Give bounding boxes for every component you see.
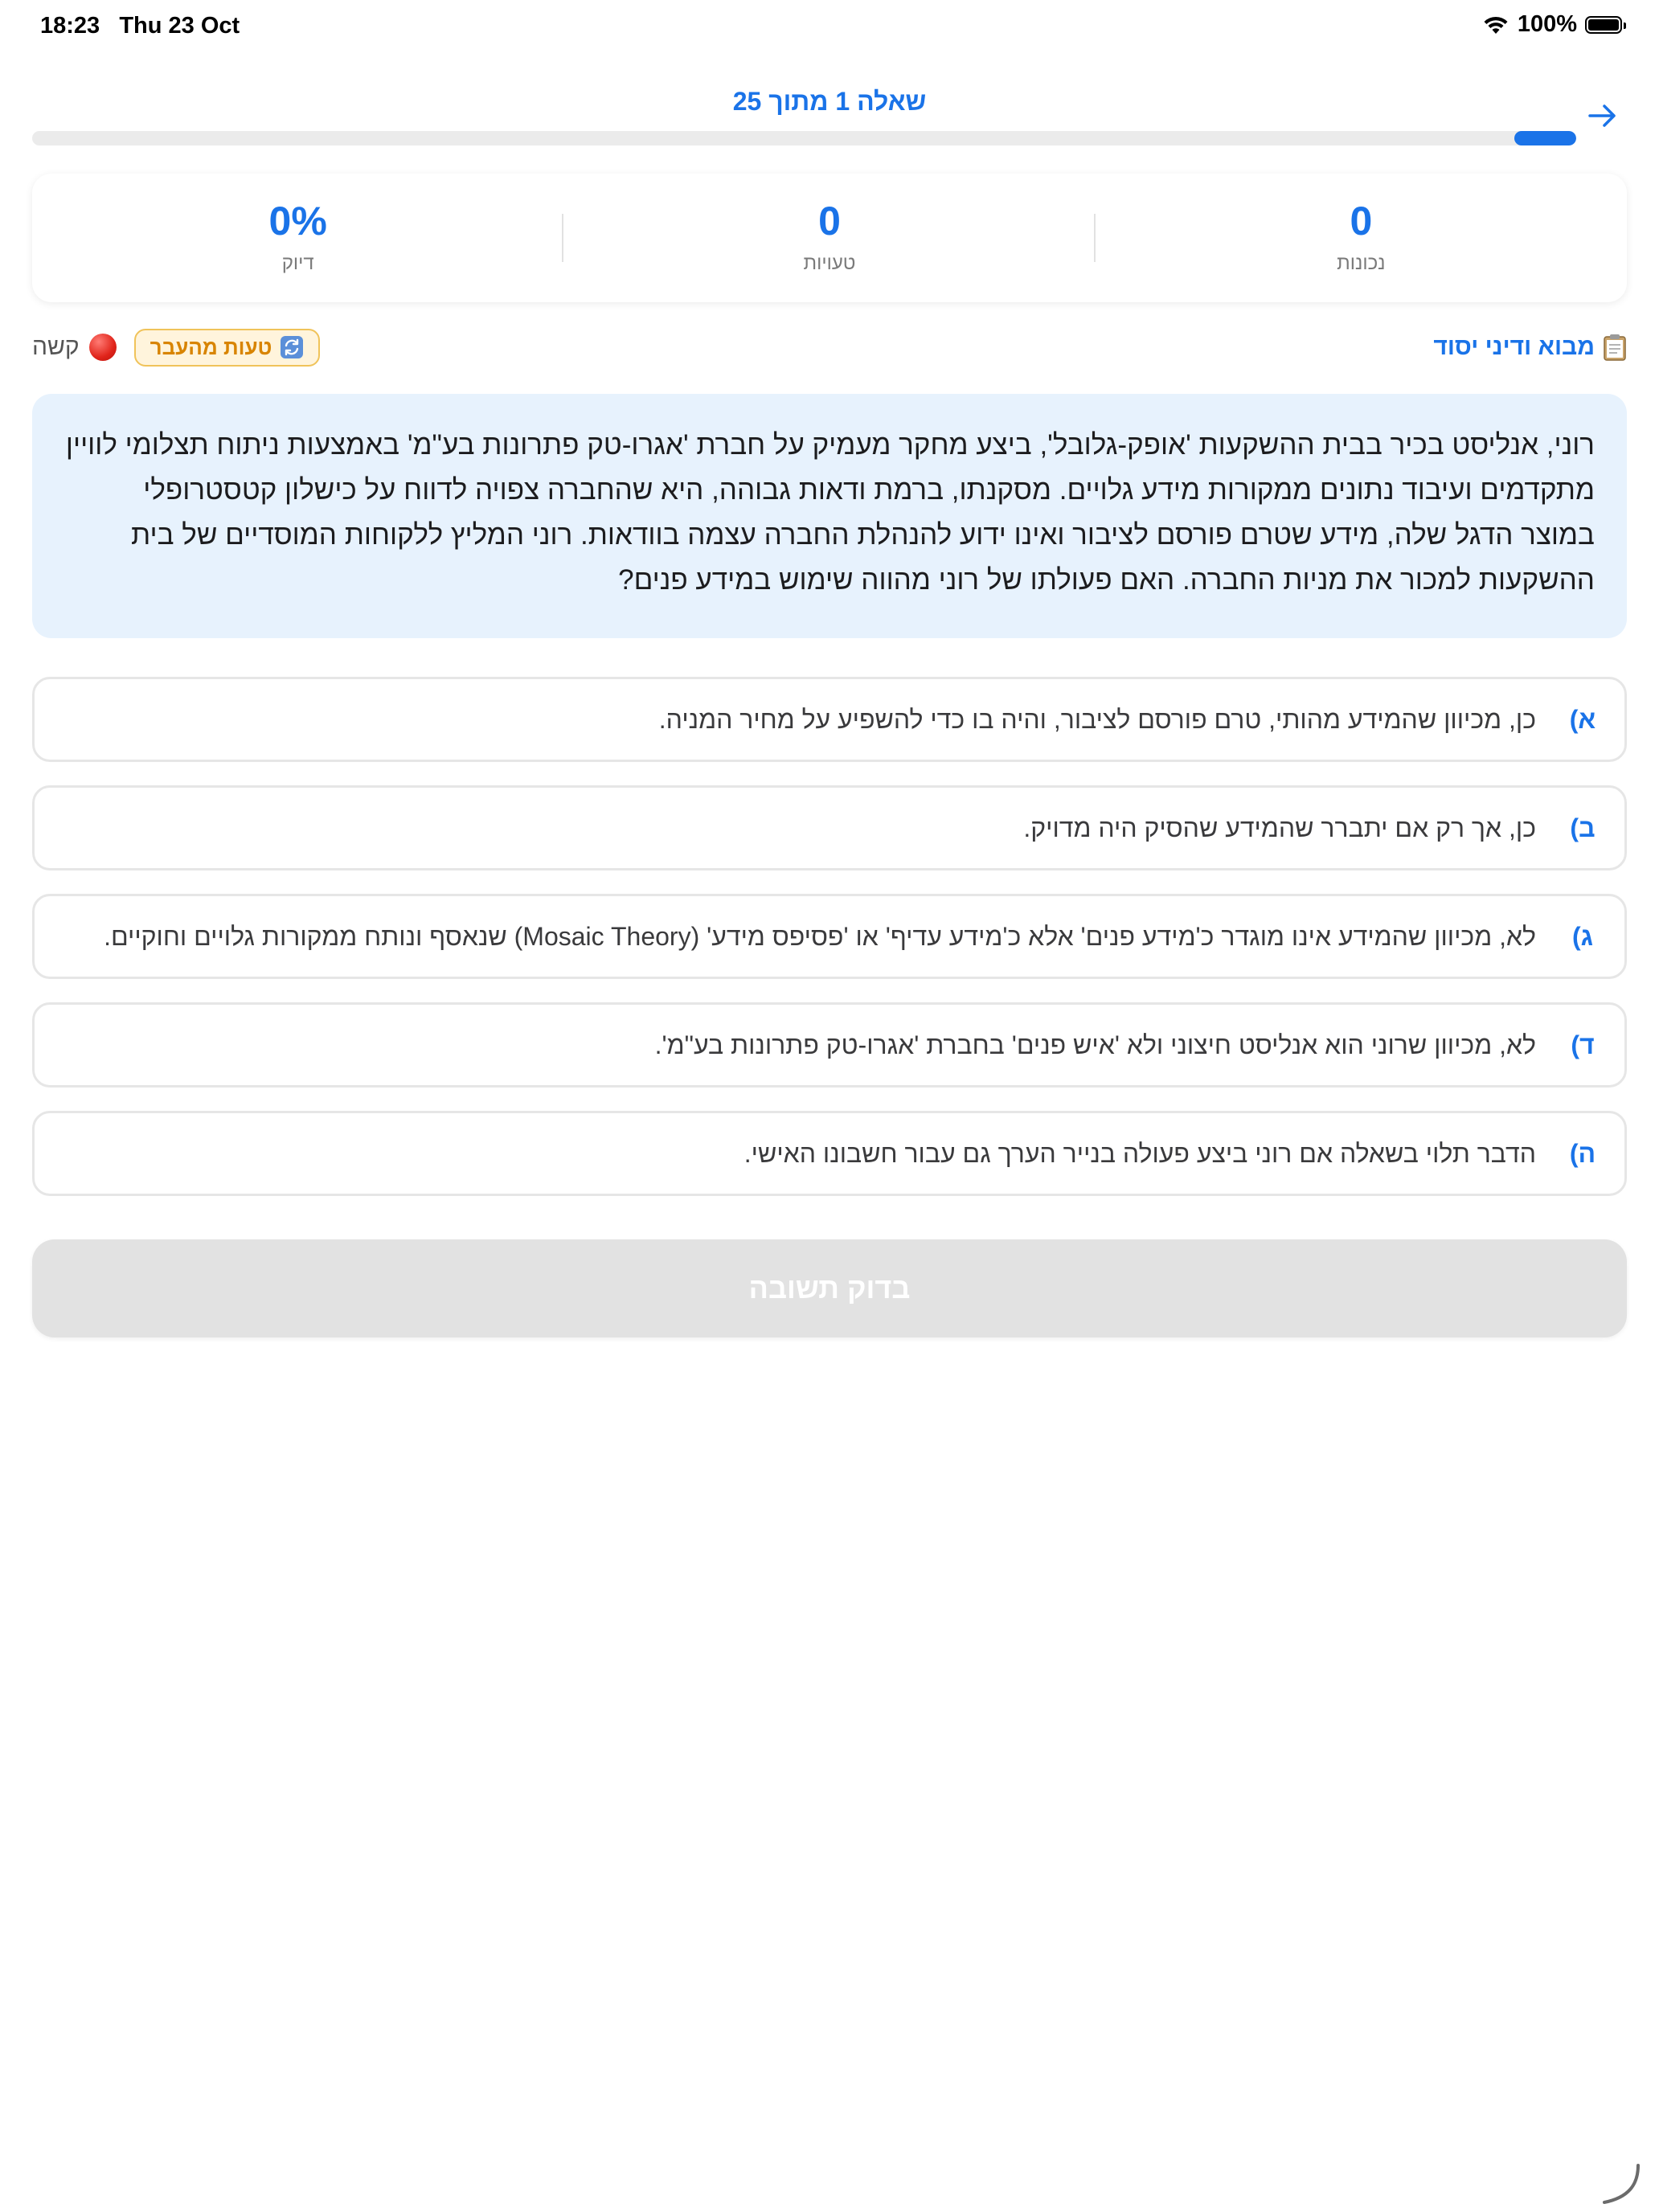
answer-option-c[interactable]: ג) לא, מכיוון שהמידע אינו מוגדר כ'מידע פ… <box>32 894 1627 979</box>
status-clock: 18:23 <box>40 13 100 39</box>
question-badges: טעות מהעבר קשה <box>32 328 321 367</box>
stat-mistakes-value: 0 <box>818 199 841 244</box>
difficulty-indicator: קשה <box>32 334 117 361</box>
stat-mistakes-label: טעויות <box>803 252 856 274</box>
question-text: רוני, אנליסט בכיר בבית ההשקעות 'אופק-גלו… <box>65 429 1595 596</box>
status-indicators: 100% <box>1482 11 1626 38</box>
clipboard-icon <box>1604 334 1626 361</box>
option-letter: ג) <box>1572 921 1593 951</box>
arrow-right-icon[interactable] <box>1583 96 1622 135</box>
stat-accuracy: 0% דיוק <box>32 174 564 302</box>
progress-bar <box>32 131 1576 145</box>
status-date: Thu 23 Oct <box>119 13 240 39</box>
status-time: 18:23 Thu 23 Oct <box>40 13 240 39</box>
stat-correct-value: 0 <box>1350 199 1373 244</box>
resize-handle-icon <box>1603 2164 1640 2204</box>
wifi-icon <box>1484 16 1508 34</box>
stat-correct: 0 נכונות <box>1096 174 1627 302</box>
stat-accuracy-value: 0% <box>268 199 327 244</box>
past-mistake-badge: טעות מהעבר <box>133 328 321 367</box>
question-card: רוני, אנליסט בכיר בבית ההשקעות 'אופק-גלו… <box>32 394 1627 638</box>
difficulty-label: קשה <box>32 334 80 360</box>
topic-link[interactable]: מבוא ודיני יסוד <box>1433 333 1627 362</box>
option-text: לא, מכיוון שהמידע אינו מוגדר כ'מידע פנים… <box>104 921 1536 951</box>
status-bar: 18:23 Thu 23 Oct 100% <box>0 0 1659 51</box>
refresh-icon <box>281 336 304 358</box>
progress-fill <box>1514 131 1576 145</box>
option-text: כן, מכיוון שהמידע מהותי, טרם פורסם לציבו… <box>658 704 1536 734</box>
option-letter: ה) <box>1569 1138 1596 1168</box>
past-mistake-label: טעות מהעבר <box>150 334 272 359</box>
option-text: כן, אך רק אם יתברר שהמידע שהסיק היה מדוי… <box>1023 813 1536 842</box>
stat-correct-label: נכונות <box>1337 252 1386 274</box>
answer-options: א) כן, מכיוון שהמידע מהותי, טרם פורסם לצ… <box>32 677 1627 1219</box>
battery-icon <box>1585 15 1626 34</box>
stats-card: 0 נכונות 0 טעויות 0% דיוק <box>32 174 1627 302</box>
option-text: לא, מכיוון שרוני הוא אנליסט חיצוני ולא '… <box>654 1030 1536 1059</box>
stat-mistakes: 0 טעויות <box>563 174 1096 302</box>
option-letter: ב) <box>1570 813 1596 842</box>
question-meta: מבוא ודיני יסוד טעות מהעבר קשה <box>32 326 1627 368</box>
battery-percentage: 100% <box>1517 11 1577 37</box>
red-circle-icon <box>88 334 117 361</box>
question-counter: שאלה 1 מתוך 25 <box>732 87 927 116</box>
option-letter: א) <box>1569 704 1596 734</box>
answer-option-a[interactable]: א) כן, מכיוון שהמידע מהותי, טרם פורסם לצ… <box>32 677 1627 762</box>
answer-option-e[interactable]: ה) הדבר תלוי בשאלה אם רוני ביצע פעולה בנ… <box>32 1111 1627 1196</box>
option-text: הדבר תלוי בשאלה אם רוני ביצע פעולה בנייר… <box>743 1138 1536 1168</box>
answer-option-d[interactable]: ד) לא, מכיוון שרוני הוא אנליסט חיצוני ול… <box>32 1002 1627 1088</box>
topic-label: מבוא ודיני יסוד <box>1433 334 1595 360</box>
answer-option-b[interactable]: ב) כן, אך רק אם יתברר שהמידע שהסיק היה מ… <box>32 785 1627 870</box>
option-letter: ד) <box>1571 1030 1595 1059</box>
stat-accuracy-label: דיוק <box>281 252 314 274</box>
check-answer-button[interactable]: בדוק תשובה <box>32 1239 1627 1337</box>
